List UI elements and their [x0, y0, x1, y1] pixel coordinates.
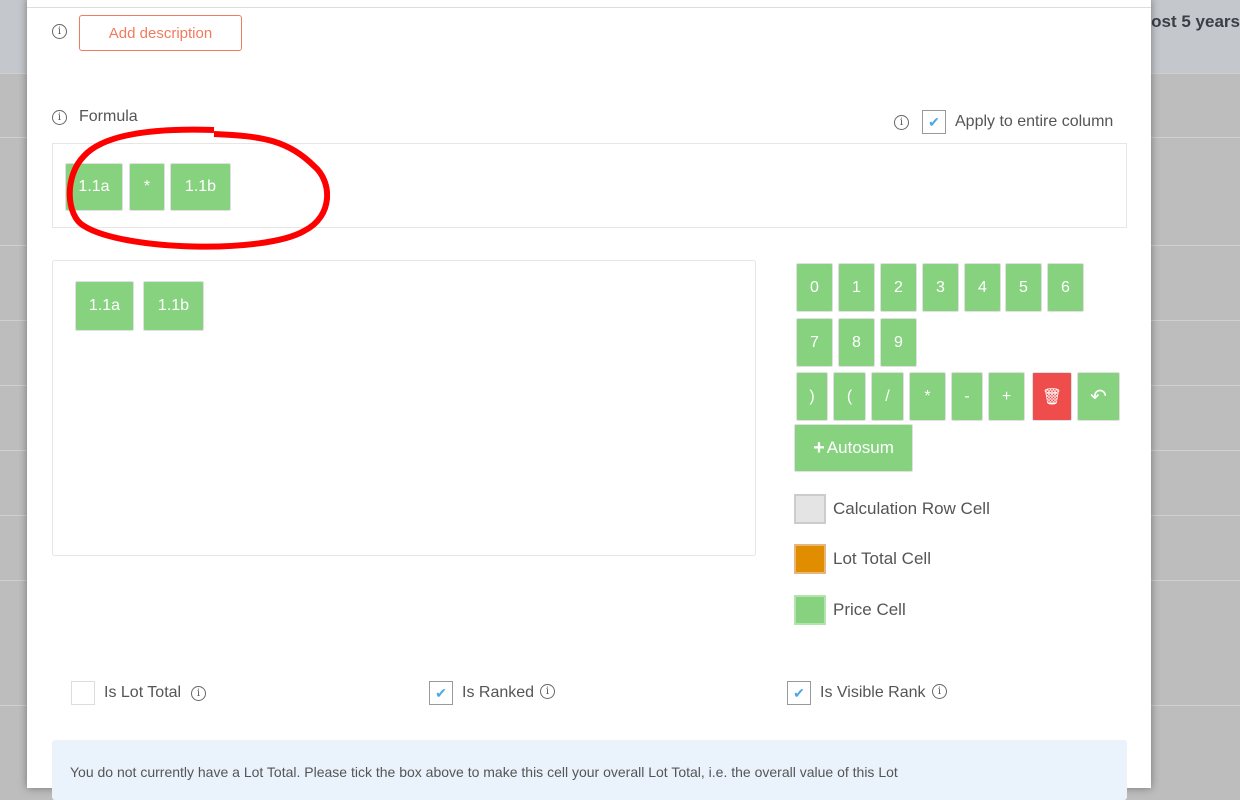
legend-price: Price Cell: [794, 595, 906, 625]
key-minus[interactable]: -: [951, 372, 983, 421]
info-icon[interactable]: i: [894, 115, 909, 130]
cell-token[interactable]: 1.1a: [75, 281, 134, 331]
info-icon[interactable]: i: [52, 24, 67, 39]
autosum-button[interactable]: + Autosum: [794, 424, 913, 472]
is-ranked-label: Is Ranked: [462, 684, 535, 701]
key-divide[interactable]: /: [871, 372, 904, 421]
formula-label: Formula: [79, 108, 138, 125]
key-9[interactable]: 9: [880, 318, 917, 367]
autosum-label: Autosum: [826, 438, 894, 457]
is-visible-rank-label: Is Visible Rank: [820, 684, 926, 701]
swatch-calculation: [794, 494, 826, 524]
formula-box[interactable]: 1.1a * 1.1b: [52, 143, 1127, 228]
is-visible-rank-checkbox[interactable]: ✔: [787, 681, 811, 705]
delete-button[interactable]: 🗑: [1032, 372, 1072, 421]
is-lot-total-label: Is Lot Total: [104, 684, 182, 701]
key-0[interactable]: 0: [796, 263, 833, 312]
key-close-paren[interactable]: ): [796, 372, 828, 421]
swatch-lot-total: [794, 544, 826, 574]
info-icon[interactable]: i: [932, 684, 947, 699]
legend-label: Price Cell: [833, 600, 906, 619]
add-description-button[interactable]: Add description: [79, 15, 242, 51]
key-multiply[interactable]: *: [909, 372, 946, 421]
key-plus[interactable]: +: [988, 372, 1025, 421]
trash-icon: 🗑: [1041, 388, 1063, 406]
key-7[interactable]: 7: [796, 318, 833, 367]
formula-token[interactable]: 1.1a: [65, 163, 123, 211]
key-1[interactable]: 1: [838, 263, 875, 312]
swatch-price: [794, 595, 826, 625]
legend-label: Calculation Row Cell: [833, 499, 990, 518]
apply-column-checkbox[interactable]: ✔: [922, 110, 946, 134]
key-open-paren[interactable]: (: [833, 372, 866, 421]
is-lot-total-checkbox[interactable]: [71, 681, 95, 705]
key-4[interactable]: 4: [964, 263, 1001, 312]
info-icon[interactable]: i: [52, 110, 67, 125]
key-2[interactable]: 2: [880, 263, 917, 312]
key-6[interactable]: 6: [1047, 263, 1084, 312]
key-3[interactable]: 3: [922, 263, 959, 312]
cell-token[interactable]: 1.1b: [143, 281, 204, 331]
is-ranked-checkbox[interactable]: ✔: [429, 681, 453, 705]
key-5[interactable]: 5: [1005, 263, 1042, 312]
legend-label: Lot Total Cell: [833, 549, 931, 568]
formula-token[interactable]: 1.1b: [170, 163, 231, 211]
undo-icon: ↶: [1090, 386, 1107, 408]
legend-calculation: Calculation Row Cell: [794, 494, 990, 524]
available-cells-box: 1.1a 1.1b: [52, 260, 756, 556]
key-8[interactable]: 8: [838, 318, 875, 367]
background-text: ost 5 years: [1151, 12, 1240, 31]
undo-button[interactable]: ↶: [1077, 372, 1120, 421]
plus-icon: +: [813, 436, 825, 459]
info-icon[interactable]: i: [191, 686, 206, 701]
legend-lot-total: Lot Total Cell: [794, 544, 931, 574]
apply-column-label: Apply to entire column: [955, 113, 1114, 130]
info-icon[interactable]: i: [540, 684, 555, 699]
formula-modal: i Add description i Formula i ✔ Apply to…: [27, 0, 1151, 800]
formula-token[interactable]: *: [129, 163, 165, 211]
lot-total-notice: You do not currently have a Lot Total. P…: [52, 740, 1127, 800]
